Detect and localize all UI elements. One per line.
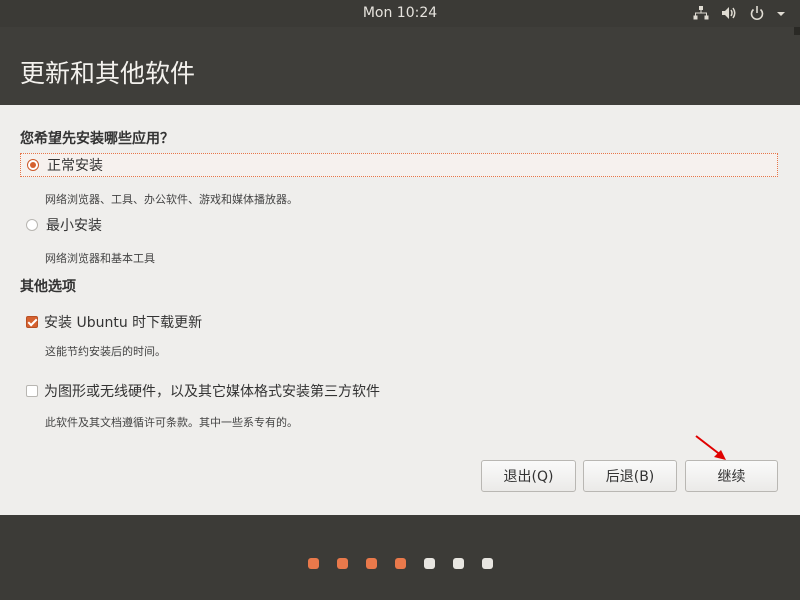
clock[interactable]: Mon 10:24: [0, 5, 800, 21]
quit-button[interactable]: 退出(Q): [481, 460, 576, 492]
minimal-install-label: 最小安装: [46, 218, 102, 234]
other-options-heading: 其他选项: [20, 279, 76, 295]
normal-install-desc: 网络浏览器、工具、办公软件、游戏和媒体播放器。: [45, 193, 298, 206]
progress-dot: [424, 558, 435, 569]
page-title: 更新和其他软件: [20, 59, 196, 88]
download-updates-label: 安装 Ubuntu 时下载更新: [44, 315, 203, 331]
download-updates-desc: 这能节约安装后的时间。: [45, 345, 166, 358]
system-tray: [692, 5, 786, 21]
minimal-install-desc: 网络浏览器和基本工具: [45, 252, 155, 265]
footer-panel: [0, 515, 800, 600]
network-icon[interactable]: [692, 5, 710, 21]
progress-dot: [337, 558, 348, 569]
window-corner: [794, 27, 800, 35]
volume-icon[interactable]: [720, 5, 738, 21]
minimal-install-radio[interactable]: [26, 219, 38, 231]
progress-dot: [482, 558, 493, 569]
continue-button[interactable]: 继续: [685, 460, 778, 492]
download-updates-option[interactable]: 安装 Ubuntu 时下载更新: [26, 312, 202, 332]
back-button[interactable]: 后退(B): [583, 460, 677, 492]
third-party-label: 为图形或无线硬件，以及其它媒体格式安装第三方软件: [44, 384, 380, 400]
normal-install-radio[interactable]: [27, 159, 39, 171]
power-icon[interactable]: [748, 5, 766, 21]
third-party-desc: 此软件及其文档遵循许可条款。其中一些系专有的。: [45, 416, 298, 429]
progress-dot: [308, 558, 319, 569]
chevron-down-icon[interactable]: [776, 5, 786, 21]
progress-dot: [366, 558, 377, 569]
main-panel: 您希望先安装哪些应用？ 正常安装 网络浏览器、工具、办公软件、游戏和媒体播放器。…: [0, 105, 800, 515]
download-updates-checkbox[interactable]: [26, 316, 38, 328]
progress-dot: [453, 558, 464, 569]
third-party-option[interactable]: 为图形或无线硬件，以及其它媒体格式安装第三方软件: [26, 381, 380, 401]
normal-install-option[interactable]: 正常安装: [20, 153, 778, 177]
annotation-arrow: [695, 435, 726, 460]
normal-install-label: 正常安装: [47, 158, 103, 174]
third-party-checkbox[interactable]: [26, 385, 38, 397]
progress-dot: [395, 558, 406, 569]
top-panel: Mon 10:24: [0, 0, 800, 27]
minimal-install-option[interactable]: 最小安装: [20, 213, 778, 237]
install-type-question: 您希望先安装哪些应用？: [20, 131, 174, 147]
progress-dots: [308, 558, 493, 569]
installer-header: 更新和其他软件: [0, 27, 800, 105]
